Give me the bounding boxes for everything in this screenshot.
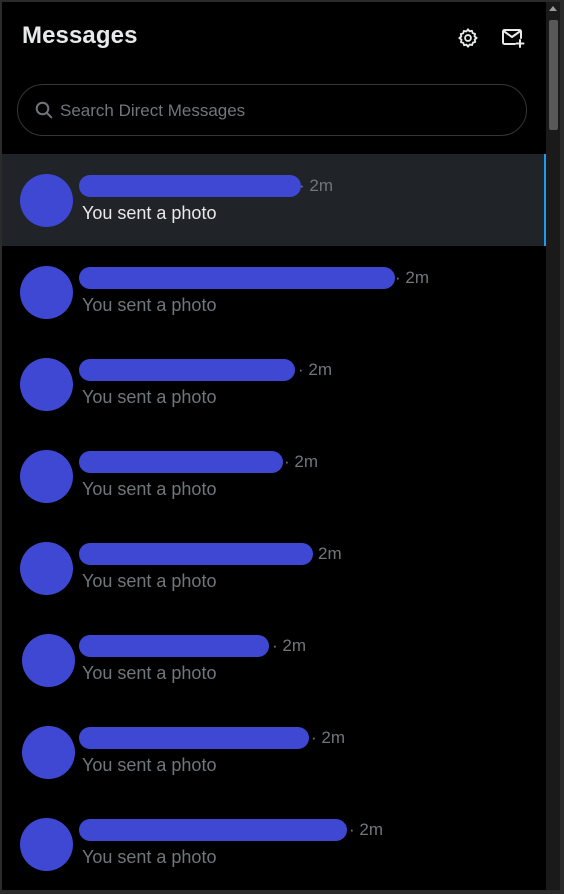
timestamp: · 2m — [311, 728, 345, 747]
message-preview: You sent a photo — [82, 847, 217, 867]
conversation-item[interactable]: · 2m You sent a photo — [2, 154, 546, 246]
redacted-name — [79, 543, 313, 565]
redacted-name — [79, 359, 295, 381]
avatar — [20, 358, 73, 411]
redacted-name — [79, 175, 301, 197]
timestamp: · 2m — [284, 452, 318, 471]
new-message-icon — [500, 26, 526, 50]
conversation-item[interactable]: · 2m You sent a photo — [2, 706, 546, 798]
conversation-item[interactable]: · 2m You sent a photo — [2, 430, 546, 522]
messages-window: Messages Search Direct Messages · 2m You… — [2, 2, 560, 890]
avatar — [20, 450, 73, 503]
avatar — [20, 174, 73, 227]
message-preview: You sent a photo — [82, 479, 217, 499]
message-preview: You sent a photo — [82, 203, 217, 223]
conversation-item[interactable]: · 2m You sent a photo — [2, 246, 546, 338]
messages-panel: Messages Search Direct Messages · 2m You… — [2, 2, 546, 890]
timestamp: · 2m — [272, 636, 306, 655]
message-preview: You sent a photo — [82, 295, 217, 315]
redacted-name — [79, 635, 269, 657]
conversation-item[interactable]: 2m You sent a photo — [2, 522, 546, 614]
timestamp: · 2m — [299, 176, 333, 195]
timestamp: 2m — [318, 544, 342, 563]
avatar — [22, 726, 75, 779]
page-title: Messages — [22, 22, 138, 49]
settings-button[interactable] — [454, 24, 482, 52]
timestamp: · 2m — [298, 360, 332, 379]
avatar — [20, 542, 73, 595]
timestamp: · 2m — [395, 268, 429, 287]
new-message-button[interactable] — [499, 24, 527, 52]
conversation-item[interactable]: · 2m You sent a photo — [2, 338, 546, 430]
message-preview: You sent a photo — [82, 663, 217, 683]
avatar — [22, 634, 75, 687]
search-icon — [35, 101, 53, 119]
message-preview: You sent a photo — [82, 387, 217, 407]
timestamp: · 2m — [349, 820, 383, 839]
message-preview: You sent a photo — [82, 755, 217, 775]
conversation-list: · 2m You sent a photo · 2m You sent a ph… — [2, 154, 546, 890]
gear-icon — [457, 27, 479, 49]
search-box[interactable] — [17, 84, 527, 137]
avatar — [20, 266, 73, 319]
scroll-up-arrow-icon[interactable] — [549, 6, 557, 11]
conversation-item[interactable]: · 2m You sent a photo — [2, 798, 546, 890]
header: Messages — [2, 2, 546, 74]
redacted-name — [79, 819, 347, 841]
redacted-name — [79, 267, 395, 289]
redacted-name — [79, 451, 283, 473]
scroll-thumb[interactable] — [549, 20, 558, 130]
message-preview: You sent a photo — [82, 571, 217, 591]
redacted-name — [79, 727, 309, 749]
scrollbar[interactable] — [546, 2, 560, 890]
conversation-item[interactable]: · 2m You sent a photo — [2, 614, 546, 706]
avatar — [20, 818, 73, 871]
search-input[interactable] — [58, 85, 502, 137]
